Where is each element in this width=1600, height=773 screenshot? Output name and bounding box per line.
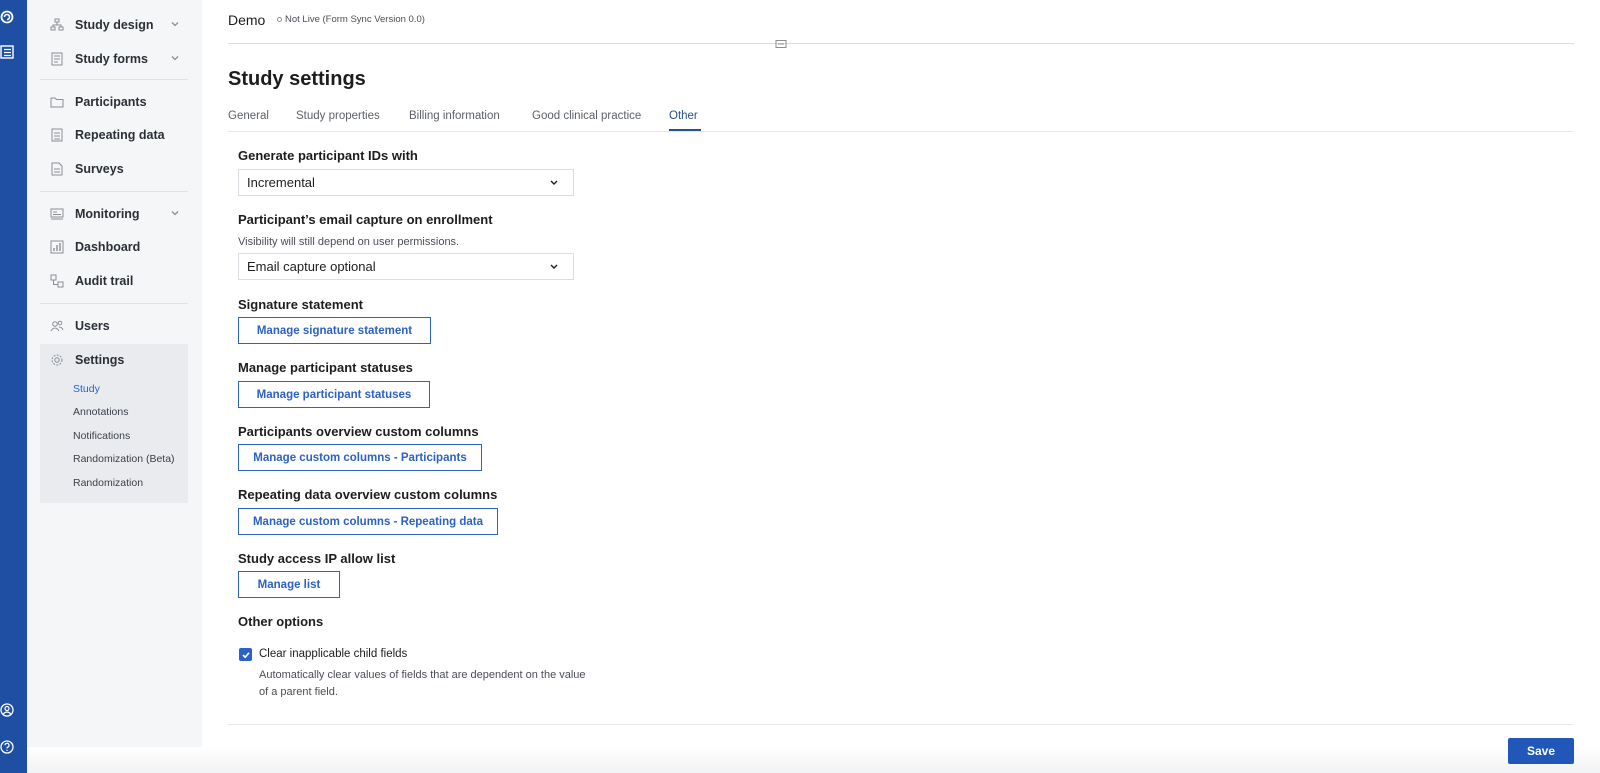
- manage-statuses-button[interactable]: Manage participant statuses: [238, 381, 430, 408]
- tab-billing-information[interactable]: Billing information: [409, 110, 500, 122]
- email-capture-help: Visibility will still depend on user per…: [238, 236, 460, 248]
- checkmark-icon: [241, 651, 250, 658]
- sidebar-divider: [40, 191, 188, 192]
- sidebar-divider: [40, 303, 188, 304]
- statuses-label: Manage participant statuses: [238, 360, 413, 375]
- participant-ids-label: Generate participant IDs with: [238, 148, 418, 163]
- chevron-down-icon: [550, 264, 558, 269]
- sidebar-divider: [40, 79, 188, 80]
- footer-divider: [228, 724, 1574, 725]
- email-capture-select[interactable]: Email capture optional: [238, 253, 574, 280]
- sidebar-subitem-randomization-beta[interactable]: Randomization (Beta): [73, 453, 175, 465]
- email-capture-value: Email capture optional: [247, 259, 376, 274]
- tabs-divider: [228, 131, 1574, 132]
- monitoring-icon: [49, 206, 65, 222]
- participant-ids-select[interactable]: Incremental: [238, 169, 574, 196]
- sidebar-subitem-randomization[interactable]: Randomization: [73, 477, 143, 489]
- sidebar-item-surveys[interactable]: Surveys: [40, 154, 188, 184]
- clear-child-fields-label[interactable]: Clear inapplicable child fields: [259, 648, 407, 660]
- participant-ids-value: Incremental: [247, 175, 315, 190]
- sidebar: Study design Study forms Participants Re…: [27, 0, 202, 773]
- sidebar-item-study-forms[interactable]: Study forms: [40, 44, 188, 74]
- hierarchy-icon: [49, 17, 65, 33]
- sidebar-item-label: Surveys: [75, 162, 124, 176]
- user-account-icon[interactable]: [0, 703, 14, 717]
- tab-other[interactable]: Other: [669, 110, 698, 122]
- sidebar-item-label: Audit trail: [75, 274, 134, 288]
- sidebar-subitem-notifications[interactable]: Notifications: [73, 430, 130, 442]
- forms-icon[interactable]: [0, 45, 14, 59]
- app-rail: [0, 0, 27, 773]
- sidebar-item-label: Study design: [75, 18, 154, 32]
- folder-icon: [49, 94, 65, 110]
- repeating-columns-label: Repeating data overview custom columns: [238, 487, 498, 502]
- sidebar-subitem-annotations[interactable]: Annotations: [73, 406, 128, 418]
- gear-icon: [49, 352, 65, 368]
- sidebar-subitem-study[interactable]: Study: [73, 383, 100, 395]
- study-status: Not Live (Form Sync Version 0.0): [277, 14, 425, 25]
- sidebar-item-monitoring[interactable]: Monitoring: [40, 199, 188, 229]
- sidebar-item-participants[interactable]: Participants: [40, 87, 188, 117]
- help-icon[interactable]: [0, 740, 14, 754]
- study-name: Demo: [228, 12, 266, 28]
- bar-chart-icon: [49, 239, 65, 255]
- tab-general[interactable]: General: [228, 110, 269, 122]
- other-options-label: Other options: [238, 614, 324, 629]
- ip-allow-label: Study access IP allow list: [238, 551, 396, 566]
- sidebar-item-users[interactable]: Users: [40, 311, 188, 341]
- tab-good-clinical-practice[interactable]: Good clinical practice: [532, 110, 641, 122]
- document-list-icon: [49, 127, 65, 143]
- survey-icon: [49, 161, 65, 177]
- form-icon: [49, 51, 65, 67]
- sidebar-item-label: Repeating data: [75, 128, 165, 142]
- manage-ip-list-button[interactable]: Manage list: [238, 571, 340, 598]
- footer-bar: [27, 747, 1600, 773]
- chevron-down-icon[interactable]: [170, 208, 180, 218]
- manage-signature-button[interactable]: Manage signature statement: [238, 317, 431, 344]
- clear-child-fields-checkbox[interactable]: [239, 648, 252, 661]
- users-icon: [49, 318, 65, 334]
- participants-columns-label: Participants overview custom columns: [238, 424, 479, 439]
- sidebar-item-repeating-data[interactable]: Repeating data: [40, 120, 188, 150]
- clear-child-fields-description: Automatically clear values of fields tha…: [259, 669, 586, 697]
- email-capture-label: Participant’s email capture on enrollmen…: [238, 212, 493, 227]
- sidebar-item-label: Users: [75, 319, 110, 333]
- study-status-text: Not Live (Form Sync Version 0.0): [285, 14, 425, 25]
- document-icon: [775, 40, 787, 48]
- header-divider: [228, 43, 1574, 44]
- audit-icon: [49, 273, 65, 289]
- tab-study-properties[interactable]: Study properties: [296, 110, 380, 122]
- save-button[interactable]: Save: [1508, 738, 1574, 764]
- chevron-down-icon[interactable]: [170, 19, 180, 29]
- sidebar-item-dashboard[interactable]: Dashboard: [40, 232, 188, 262]
- sidebar-item-label: Monitoring: [75, 207, 140, 221]
- sidebar-item-label: Participants: [75, 95, 147, 109]
- chevron-down-icon: [550, 180, 558, 185]
- sidebar-item-label: Settings: [75, 353, 125, 367]
- sidebar-item-label: Study forms: [75, 52, 148, 66]
- chevron-down-icon[interactable]: [170, 53, 180, 63]
- manage-repeating-columns-button[interactable]: Manage custom columns - Repeating data: [238, 508, 498, 535]
- manage-participants-columns-button[interactable]: Manage custom columns - Participants: [238, 444, 482, 471]
- sidebar-item-audit-trail[interactable]: Audit trail: [40, 266, 188, 296]
- signature-label: Signature statement: [238, 297, 363, 312]
- page-title: Study settings: [228, 68, 366, 90]
- status-dot-icon: [277, 17, 282, 22]
- app-logo-icon[interactable]: [0, 10, 14, 24]
- sidebar-item-label: Dashboard: [75, 240, 141, 254]
- sidebar-item-study-design[interactable]: Study design: [40, 10, 188, 40]
- sidebar-item-settings[interactable]: Settings: [40, 345, 188, 375]
